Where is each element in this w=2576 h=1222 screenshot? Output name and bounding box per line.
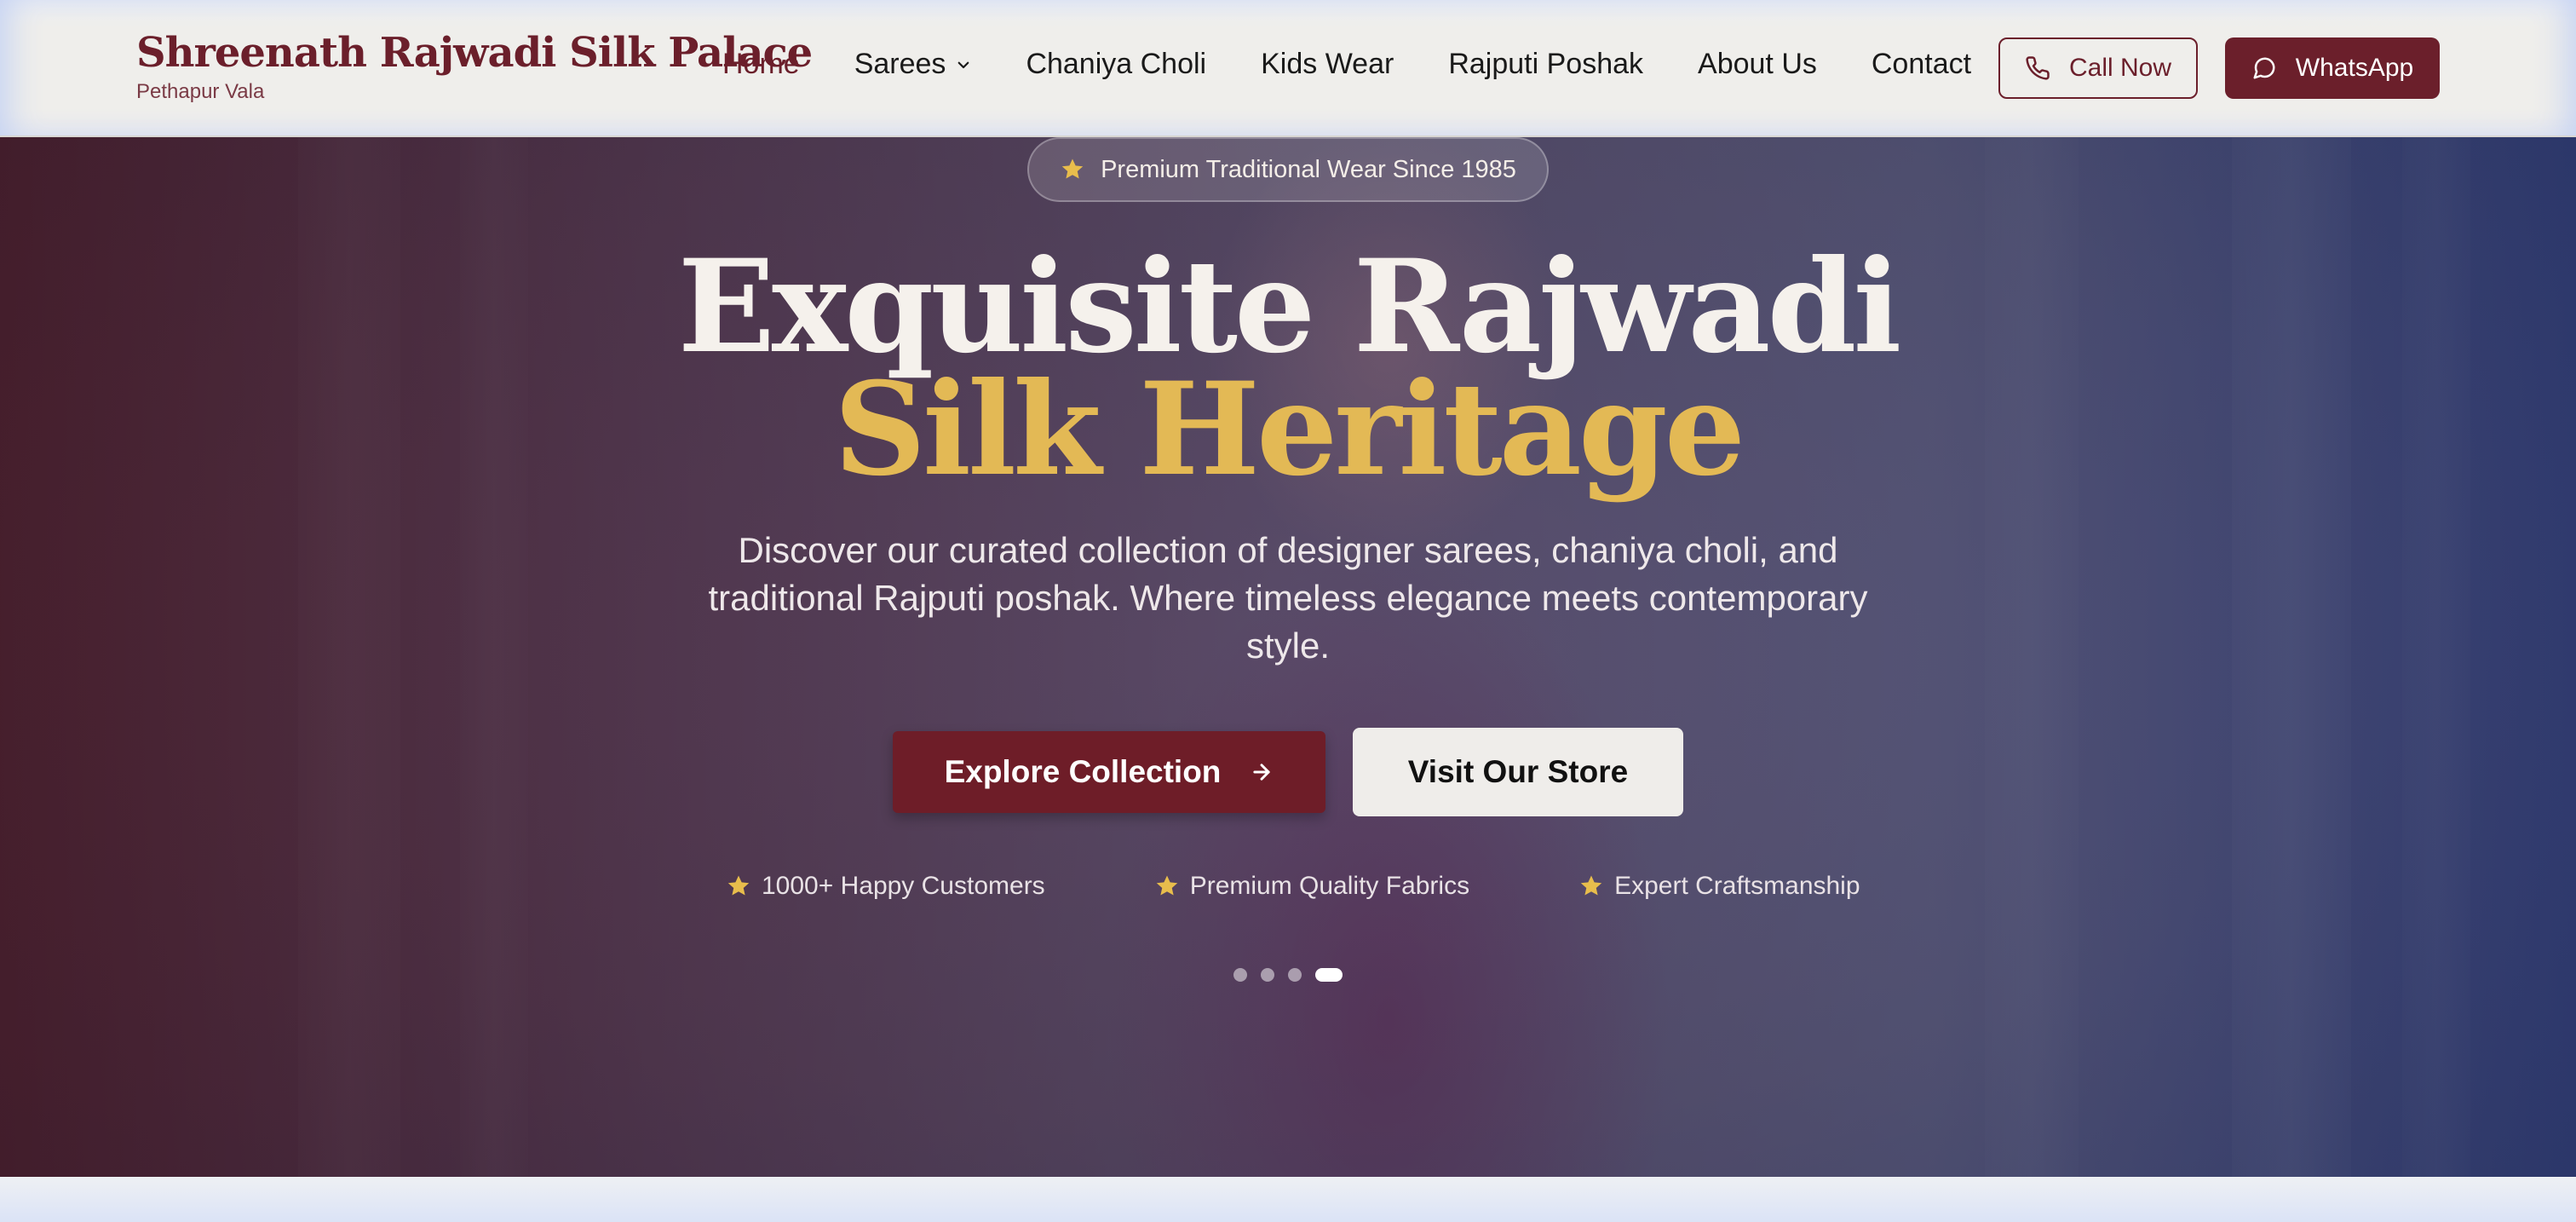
visit-store-button[interactable]: Visit Our Store xyxy=(1353,728,1683,816)
feature-item: Expert Craftsmanship xyxy=(1578,872,1860,901)
heritage-badge: Premium Traditional Wear Since 1985 xyxy=(1027,137,1549,202)
call-now-label: Call Now xyxy=(2068,54,2172,82)
site-header: Shreenath Rajwadi Silk Palace Pethapur V… xyxy=(0,0,2576,137)
whatsapp-label: WhatsApp xyxy=(2295,54,2414,82)
hero-title-line2: Silk Heritage xyxy=(833,354,1745,504)
nav-home[interactable]: Home xyxy=(722,48,800,81)
nav-about-us[interactable]: About Us xyxy=(1698,48,1817,81)
slide-dot[interactable] xyxy=(1233,968,1247,982)
arrow-right-icon xyxy=(1253,764,1271,781)
slide-dot-active[interactable] xyxy=(1315,968,1343,982)
feature-text: Premium Quality Fabrics xyxy=(1189,872,1470,900)
main-nav: Home Sarees Chaniya Choli Kids Wear Rajp… xyxy=(722,48,2026,81)
chevron-down-icon xyxy=(958,61,969,68)
badge-text: Premium Traditional Wear Since 1985 xyxy=(1101,155,1516,183)
nav-kids-wear[interactable]: Kids Wear xyxy=(1261,48,1394,81)
slide-indicators xyxy=(1233,968,1343,982)
brand-subtitle: Pethapur Vala xyxy=(136,80,265,103)
explore-collection-label: Explore Collection xyxy=(944,754,1222,789)
phone-icon xyxy=(2026,56,2050,80)
slide-dot[interactable] xyxy=(1261,968,1274,982)
whatsapp-button[interactable]: WhatsApp xyxy=(2225,37,2440,99)
star-icon xyxy=(1156,875,1177,896)
feature-item: Premium Quality Fabrics xyxy=(1154,872,1469,901)
star-icon xyxy=(727,875,750,896)
star-icon xyxy=(1580,875,1602,896)
nav-sarees[interactable]: Sarees xyxy=(854,48,972,81)
slide-dot[interactable] xyxy=(1288,968,1302,982)
hero-description: Discover our curated collection of desig… xyxy=(708,530,1868,666)
brand-logo[interactable]: Shreenath Rajwadi Silk Palace Pethapur V… xyxy=(136,29,813,104)
nav-sarees-label: Sarees xyxy=(854,48,946,80)
nav-contact[interactable]: Contact xyxy=(1872,48,1971,81)
star-icon xyxy=(1061,159,1084,179)
visit-store-label: Visit Our Store xyxy=(1407,754,1629,789)
explore-collection-button[interactable]: Explore Collection xyxy=(893,731,1325,813)
feature-list: 1000+ Happy Customers Premium Quality Fa… xyxy=(726,868,1860,905)
feature-item: 1000+ Happy Customers xyxy=(726,872,1045,901)
feature-text: Expert Craftsmanship xyxy=(1614,872,1860,900)
feature-text: 1000+ Happy Customers xyxy=(762,872,1045,900)
nav-rajputi-poshak[interactable]: Rajputi Poshak xyxy=(1448,48,1643,81)
nav-chaniya-choli[interactable]: Chaniya Choli xyxy=(1026,48,1206,81)
next-section-edge xyxy=(0,1177,2576,1222)
call-now-button[interactable]: Call Now xyxy=(1998,37,2198,99)
chat-bubble-icon xyxy=(2253,57,2275,79)
brand-name[interactable]: Shreenath Rajwadi Silk Palace xyxy=(136,29,813,77)
